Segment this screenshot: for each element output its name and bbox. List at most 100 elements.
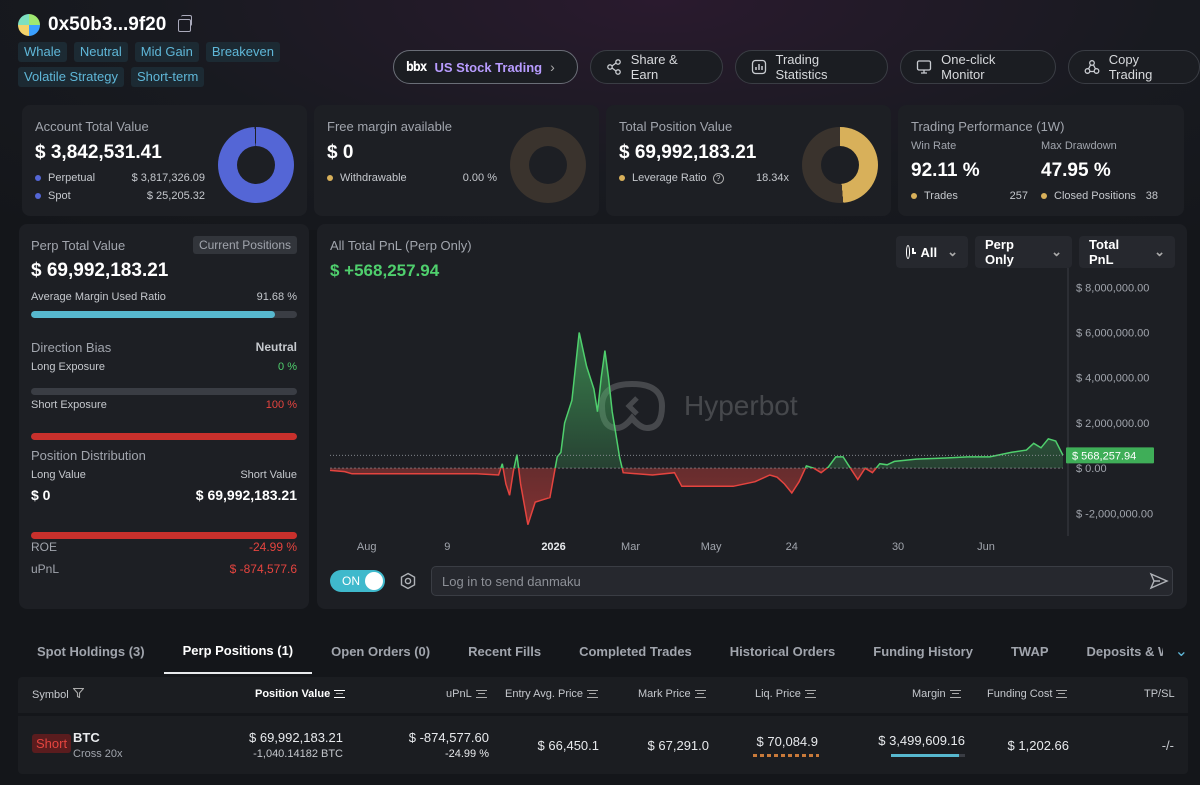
tab-open-orders[interactable]: Open Orders (0) [312,628,449,674]
tag: Whale [18,42,67,62]
liq-risk-bar [753,754,819,757]
tab-recent-fills[interactable]: Recent Fills [449,628,560,674]
trades-row: Trades 257 [911,190,1028,202]
current-positions-badge[interactable]: Current Positions [192,236,297,254]
pnl-area-positive [500,332,1063,469]
tag: Mid Gain [134,42,199,62]
x-tick-label: May [701,541,722,553]
mark-price: $ 67,291.0 [647,738,709,753]
col-symbol[interactable]: Symbol [32,687,85,701]
tab-deposits-withdrawals[interactable]: Deposits & Withdraw [1068,628,1163,674]
stats-icon [750,58,768,76]
y-tick-label: $ -2,000,000.00 [1076,508,1153,520]
col-funding-cost[interactable]: Funding Cost [987,688,1068,700]
total-position-value: $ 69,992,183.21 [619,142,757,163]
col-upnl[interactable]: uPnL [446,688,487,700]
tab-twap[interactable]: TWAP [992,628,1068,674]
margin-mode: Cross 20x [73,748,123,760]
share-earn-button[interactable]: Share & Earn [589,50,723,84]
col-mark-price[interactable]: Mark Price [638,688,706,700]
roe-label: ROE [31,540,58,554]
copy-trading-label: Copy Trading [1108,52,1153,82]
leverage-value: 18.34x [755,172,789,184]
tpsl-value: -/- [1161,738,1174,753]
danmaku-placeholder: Log in to send danmaku [442,573,581,589]
sort-icon [804,690,816,698]
long-value-label: Long Value [31,469,86,481]
sort-icon [334,690,346,698]
copy-trading-icon [1083,58,1101,76]
filter-icon[interactable] [71,687,85,701]
address-row: 0x50b3...9f20 [18,14,193,36]
col-position-value[interactable]: Position Value [255,688,346,700]
closed-positions-label: Closed Positions [1041,190,1136,202]
trading-statistics-button[interactable]: Trading Statistics [734,50,889,84]
chevron-right-icon: › [550,59,555,75]
pnl-line-negative [329,468,878,525]
tab-historical-orders[interactable]: Historical Orders [711,628,855,674]
toggle-knob [365,572,383,590]
copy-trading-button[interactable]: Copy Trading [1067,50,1200,84]
card-title: Trading Performance (1W) [911,119,1065,134]
send-icon[interactable] [1149,571,1169,594]
col-liq-price[interactable]: Liq. Price [755,688,816,700]
col-margin[interactable]: Margin [912,688,961,700]
closed-positions-value: 38 [1145,190,1158,202]
card-title: Total Position Value [619,119,733,134]
sort-icon [694,690,706,698]
col-entry-price[interactable]: Entry Avg. Price [505,688,599,700]
tab-perp-positions[interactable]: Perp Positions (1) [163,628,313,674]
funding-cost: $ 1,202.66 [1007,738,1069,753]
share-icon [605,58,623,76]
danmaku-toggle[interactable]: ON [330,570,385,592]
chevron-down-icon[interactable]: ⌄ [1175,641,1188,661]
current-value-label: $ 568,257.94 [1072,450,1136,462]
direction-bias-value: Neutral [255,340,297,354]
upnl-label: uPnL [31,562,60,576]
upnl-value: $ -874,577.6 [229,562,297,576]
x-tick-label: Mar [621,541,640,553]
perpetual-row: Perpetual $ 3,817,326.09 [35,172,205,184]
danmaku-input[interactable]: Log in to send danmaku [431,566,1173,596]
short-exposure-bar [31,433,297,440]
long-value: $ 0 [31,487,51,503]
info-icon[interactable]: ? [712,173,724,184]
one-click-monitor-button[interactable]: One-click Monitor [900,50,1056,84]
account-donut-chart [218,127,294,203]
pnl-line-positive [500,332,1064,469]
leverage-row: Leverage Ratio ? 18.34x [619,172,789,184]
withdrawable-value: 0.00 % [462,172,497,184]
avatar [18,14,40,36]
tab-completed-trades[interactable]: Completed Trades [560,628,711,674]
free-margin-value: $ 0 [327,142,354,163]
x-tick-label: 2026 [541,541,565,553]
tab-spot-holdings[interactable]: Spot Holdings (3) [18,628,164,674]
entry-price: $ 66,450.1 [537,738,599,753]
margin-donut-chart [510,127,586,203]
symbol-cell[interactable]: BTC [73,730,100,745]
detail-tabs: Spot Holdings (3) Perp Positions (1) Ope… [18,628,1188,674]
one-click-monitor-label: One-click Monitor [941,52,996,82]
trading-statistics-label: Trading Statistics [775,52,828,82]
sort-icon [949,690,961,698]
max-drawdown-label: Max Drawdown [1041,140,1117,152]
copy-icon[interactable] [178,14,193,32]
pnl-chart-plot: $ 8,000,000.00 $ 6,000,000.00 $ 4,000,000.… [329,268,1154,553]
margin-value: $ 3,499,609.16 [878,733,965,748]
settings-icon[interactable] [399,572,417,590]
us-stock-trading-button[interactable]: bbx US Stock Trading › [393,50,578,84]
toggle-label: ON [342,574,360,588]
position-distribution-label: Position Distribution [31,448,146,463]
table-row[interactable]: Short BTC Cross 20x $ 69,992,183.21 -1,0… [18,716,1188,774]
closed-positions-row: Closed Positions 38 [1041,190,1158,202]
margin-ratio-label: Average Margin Used Ratio [31,291,166,303]
x-tick-label: 30 [892,541,904,553]
margin-bar [891,754,965,757]
x-tick-label: 9 [444,541,450,553]
margin-ratio-fill [31,311,275,318]
tab-funding-history[interactable]: Funding History [854,628,992,674]
perpetual-value: $ 3,817,326.09 [131,172,205,184]
short-exposure-value: 100 % [265,399,297,411]
trades-value: 257 [1009,190,1028,202]
total-position-card: Total Position Value $ 69,992,183.21 Lev… [606,105,891,216]
